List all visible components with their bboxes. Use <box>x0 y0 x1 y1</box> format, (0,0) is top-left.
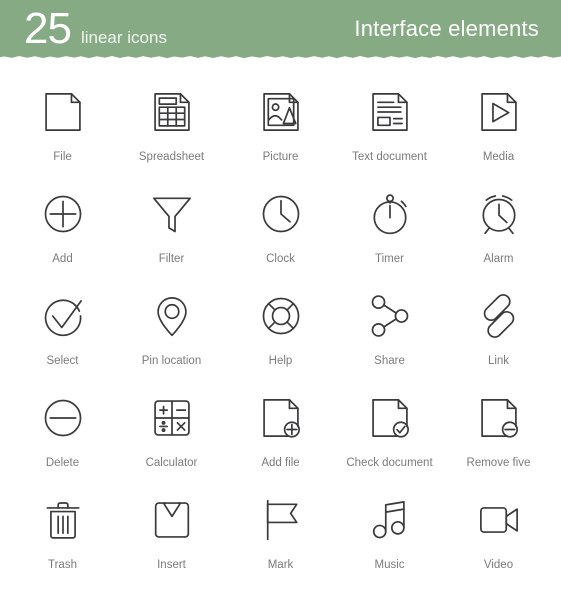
icon-cell-video[interactable]: Video <box>444 484 553 586</box>
icon-cell-pin-location[interactable]: Pin location <box>117 280 226 382</box>
file-remove-icon <box>467 388 531 448</box>
clock-icon <box>249 184 313 244</box>
flag-mark-icon <box>249 490 313 550</box>
icon-label: Share <box>374 355 405 367</box>
insert-box-arrow-icon <box>140 490 204 550</box>
icon-cell-trash[interactable]: Trash <box>8 484 117 586</box>
icon-cell-alarm[interactable]: Alarm <box>444 178 553 280</box>
page-header: 25 linear icons Interface elements <box>0 0 561 62</box>
icon-label: Add <box>52 253 73 265</box>
icon-label: Delete <box>45 457 80 469</box>
icon-cell-music[interactable]: Music <box>335 484 444 586</box>
icon-cell-clock[interactable]: Clock <box>226 178 335 280</box>
icon-cell-select[interactable]: Select <box>8 280 117 382</box>
icon-cell-add[interactable]: Add <box>8 178 117 280</box>
file-icon <box>31 82 95 142</box>
timer-stopwatch-icon <box>358 184 422 244</box>
icon-cell-media[interactable]: Media <box>444 76 553 178</box>
map-pin-icon <box>140 286 204 346</box>
icon-label: Text document <box>352 151 427 163</box>
icon-label: Spreadsheet <box>138 151 205 163</box>
icon-label: Alarm <box>483 253 514 265</box>
icon-label: Clock <box>266 253 295 265</box>
filter-funnel-icon <box>140 184 204 244</box>
trash-bin-icon <box>31 490 95 550</box>
text-document-icon <box>358 82 422 142</box>
icon-label: Calculator <box>145 457 198 469</box>
icon-label: File <box>53 151 72 163</box>
icon-label: Link <box>487 355 510 367</box>
collection-title: Interface elements <box>354 16 539 41</box>
video-camera-icon <box>467 490 531 550</box>
spreadsheet-icon <box>140 82 204 142</box>
icon-count-subtitle: linear icons <box>80 28 167 47</box>
check-circle-icon <box>31 286 95 346</box>
share-nodes-icon <box>358 286 422 346</box>
media-play-file-icon <box>467 82 531 142</box>
icon-label: Remove five <box>466 457 531 469</box>
icon-label: Pin location <box>141 355 202 367</box>
plus-circle-icon <box>31 184 95 244</box>
icon-label: Media <box>482 151 515 163</box>
music-note-icon <box>358 490 422 550</box>
icon-label: Mark <box>267 559 294 571</box>
link-chain-icon <box>467 286 531 346</box>
icon-label: Music <box>374 559 405 571</box>
icon-cell-check-document[interactable]: Check document <box>335 382 444 484</box>
header-left-title: 25 linear icons <box>24 7 167 51</box>
lifebuoy-help-icon <box>249 286 313 346</box>
icon-label: Picture <box>262 151 299 163</box>
icon-label: Select <box>46 355 79 367</box>
icon-cell-calculator[interactable]: Calculator <box>117 382 226 484</box>
icon-cell-text-document[interactable]: Text document <box>335 76 444 178</box>
icon-cell-link[interactable]: Link <box>444 280 553 382</box>
alarm-clock-icon <box>467 184 531 244</box>
icon-count: 25 <box>24 4 72 53</box>
icon-label: Video <box>483 559 514 571</box>
icon-label: Filter <box>158 253 185 265</box>
minus-circle-icon <box>31 388 95 448</box>
icon-cell-spreadsheet[interactable]: Spreadsheet <box>117 76 226 178</box>
icon-label: Trash <box>48 559 77 571</box>
icon-cell-share[interactable]: Share <box>335 280 444 382</box>
picture-icon <box>249 82 313 142</box>
calculator-icon <box>140 388 204 448</box>
icon-cell-insert[interactable]: Insert <box>117 484 226 586</box>
icon-label: Check document <box>346 457 433 469</box>
icon-cell-timer[interactable]: Timer <box>335 178 444 280</box>
icon-cell-help[interactable]: Help <box>226 280 335 382</box>
icon-cell-filter[interactable]: Filter <box>117 178 226 280</box>
icon-cell-mark[interactable]: Mark <box>226 484 335 586</box>
icon-label: Timer <box>375 253 404 265</box>
icon-grid: File Spreadsheet Picture Text document M… <box>0 62 561 586</box>
icon-label: Insert <box>157 559 186 571</box>
icon-cell-remove-five[interactable]: Remove five <box>444 382 553 484</box>
icon-label: Help <box>268 355 293 367</box>
icon-label: Add file <box>261 457 300 469</box>
icon-cell-delete[interactable]: Delete <box>8 382 117 484</box>
header-content: 25 linear icons Interface elements <box>0 0 561 58</box>
icon-cell-file[interactable]: File <box>8 76 117 178</box>
torn-paper-edge <box>0 55 561 62</box>
file-add-icon <box>249 388 313 448</box>
icon-cell-add-file[interactable]: Add file <box>226 382 335 484</box>
file-check-icon <box>358 388 422 448</box>
icon-set-page: 25 linear icons Interface elements File <box>0 0 561 612</box>
icon-cell-picture[interactable]: Picture <box>226 76 335 178</box>
